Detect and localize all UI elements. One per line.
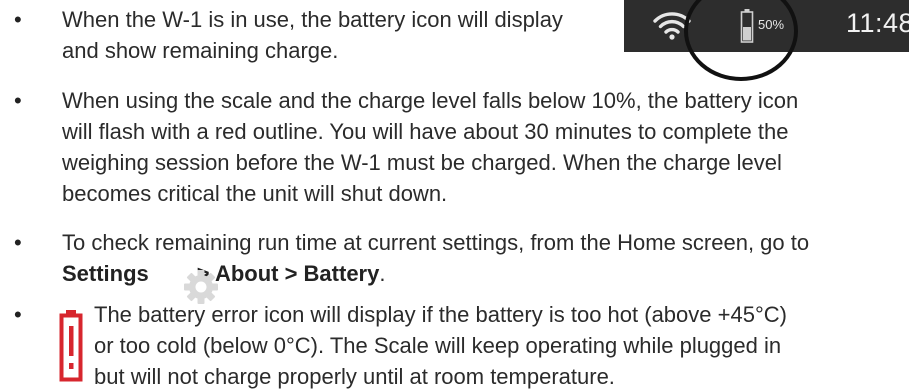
bullet-marker: • bbox=[14, 230, 22, 255]
bullet-marker: • bbox=[14, 7, 22, 32]
settings-path: > About > Battery bbox=[196, 261, 380, 286]
bullet-2-line-4: becomes critical the unit will shut down… bbox=[62, 181, 448, 206]
bullet-2-line-2: will flash with a red outline. You will … bbox=[62, 119, 789, 144]
bullet-1-line-2: and show remaining charge. bbox=[62, 38, 339, 63]
bullet-1-line-1: When the W-1 is in use, the battery icon… bbox=[62, 7, 563, 32]
bullet-1-text: When the W-1 is in use, the battery icon… bbox=[62, 4, 563, 66]
bullet-4-line-3: but will not charge properly until at ro… bbox=[94, 364, 615, 389]
bullet-3-text: To check remaining run time at current s… bbox=[62, 227, 809, 289]
bullet-2-text: When using the scale and the charge leve… bbox=[62, 85, 798, 209]
bullet-marker: • bbox=[14, 302, 22, 327]
bullet-2-line-1: When using the scale and the charge leve… bbox=[62, 88, 799, 113]
bullet-4-line-2: or too cold (below 0°C). The Scale will … bbox=[94, 333, 782, 358]
bullet-4-text: The battery error icon will display if t… bbox=[94, 299, 787, 392]
bullet-2-line-3: weighing session before the W-1 must be … bbox=[62, 150, 782, 175]
highlight-circle bbox=[684, 0, 798, 81]
period: . bbox=[379, 261, 386, 286]
clock-time: 11:48 bbox=[846, 8, 909, 38]
settings-label: Settings bbox=[62, 261, 149, 286]
bullet-marker: • bbox=[14, 88, 22, 113]
bullet-3-line-2: Settings > About > Battery. bbox=[62, 258, 809, 289]
bullet-4-line-1: The battery error icon will display if t… bbox=[94, 302, 787, 327]
battery-error-icon bbox=[59, 310, 83, 382]
bullet-3-line-1: To check remaining run time at current s… bbox=[62, 230, 810, 255]
